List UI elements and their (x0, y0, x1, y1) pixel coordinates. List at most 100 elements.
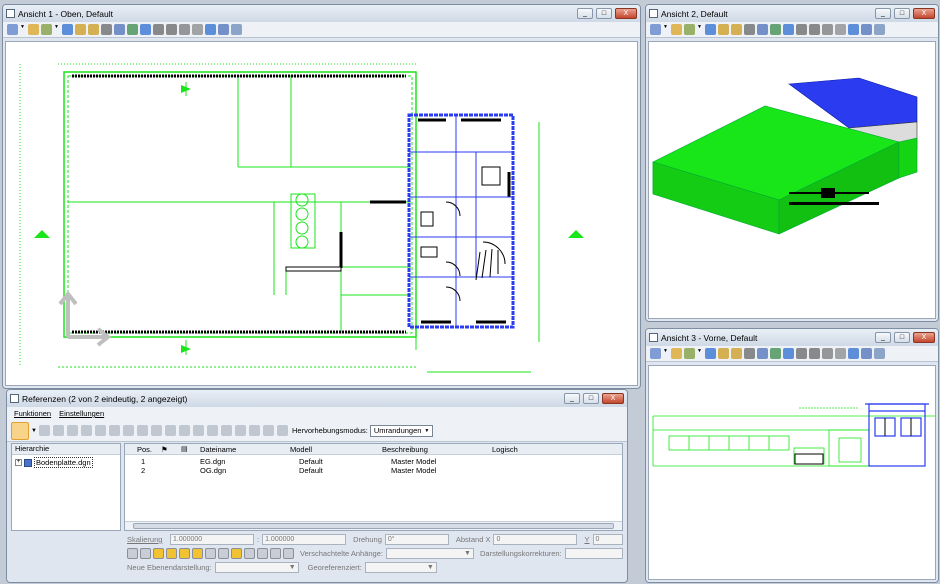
attributes-icon[interactable] (671, 348, 682, 359)
zoom-in-icon[interactable] (718, 24, 729, 35)
window-area-icon[interactable] (101, 24, 112, 35)
maximize-button[interactable]: □ (596, 8, 612, 19)
view1-window[interactable]: Ansicht 1 - Oben, Default _ □ X ▼ ▼ (2, 4, 641, 389)
display-style-icon[interactable] (41, 24, 52, 35)
view2-titlebar[interactable]: Ansicht 2, Default _ □ X (646, 5, 938, 22)
clip-mask-icon[interactable] (835, 24, 846, 35)
locate-toggle-icon[interactable] (153, 548, 164, 559)
references-window[interactable]: Referenzen (2 von 2 eindeutig, 2 angezei… (6, 389, 628, 583)
use-lights-icon[interactable] (205, 548, 216, 559)
georeference-icon[interactable] (270, 548, 281, 559)
rotate-view-icon[interactable] (127, 24, 138, 35)
mirror-horizontal-icon[interactable] (137, 425, 148, 436)
display-raster-icon[interactable] (192, 548, 203, 559)
move-icon[interactable] (95, 425, 106, 436)
delete-icon[interactable] (277, 425, 288, 436)
view1-titlebar[interactable]: Ansicht 1 - Oben, Default _ □ X (3, 5, 640, 22)
scale-line-icon[interactable] (179, 548, 190, 559)
mirror-vertical-icon[interactable] (151, 425, 162, 436)
exchange-icon[interactable] (263, 425, 274, 436)
scale-field-1[interactable]: 1.000000 (170, 534, 254, 545)
view-settings-icon[interactable] (650, 348, 661, 359)
camera-icon[interactable] (231, 24, 242, 35)
col-logical[interactable]: Logisch (492, 445, 552, 454)
minimize-button[interactable]: _ (875, 8, 891, 19)
display-overrides-icon[interactable] (244, 548, 255, 559)
expand-icon[interactable]: + (15, 459, 22, 466)
maximize-button[interactable]: □ (894, 332, 910, 343)
flag-icon[interactable]: ⚑ (155, 445, 181, 454)
offset-y-field[interactable]: 0 (592, 534, 623, 545)
georeferenced-select[interactable]: ▼ (364, 562, 437, 573)
minimize-button[interactable]: _ (577, 8, 593, 19)
copy-icon[interactable] (81, 425, 92, 436)
rotate-view-icon[interactable] (770, 348, 781, 359)
fit-view-icon[interactable] (114, 24, 125, 35)
level-display-icon[interactable] (848, 348, 859, 359)
attributes-icon[interactable] (671, 24, 682, 35)
rotate-view-icon[interactable] (770, 24, 781, 35)
maximize-button[interactable]: □ (894, 8, 910, 19)
table-row[interactable]: 2 OG.dgn Default Master Model (125, 466, 622, 475)
zoom-out-icon[interactable] (731, 348, 742, 359)
window-area-icon[interactable] (744, 24, 755, 35)
display-style-icon[interactable] (684, 24, 695, 35)
chevron-down-icon[interactable]: ▼ (697, 348, 703, 359)
next-view-icon[interactable] (809, 24, 820, 35)
fit-view-icon[interactable] (757, 348, 768, 359)
minimize-button[interactable]: _ (875, 332, 891, 343)
close-button[interactable]: X (913, 8, 935, 19)
chevron-down-icon[interactable]: ▼ (31, 428, 37, 434)
clip-front-icon[interactable] (207, 425, 218, 436)
zoom-out-icon[interactable] (88, 24, 99, 35)
tree-item-bodenplatte[interactable]: + Bodenplatte.dgn (12, 455, 120, 470)
true-scale-icon[interactable] (166, 548, 177, 559)
detach-icon[interactable] (53, 425, 64, 436)
fit-view-icon[interactable] (757, 24, 768, 35)
view1-canvas[interactable] (5, 41, 638, 386)
clip-mask-icon[interactable] (179, 425, 190, 436)
clip-mask-icon[interactable] (835, 348, 846, 359)
minimize-button[interactable]: _ (564, 393, 580, 404)
zoom-in-icon[interactable] (718, 348, 729, 359)
attach-reference-button[interactable] (11, 421, 29, 440)
pan-view-icon[interactable] (140, 24, 151, 35)
scale-field-2[interactable]: 1.000000 (262, 534, 347, 545)
view2-window[interactable]: Ansicht 2, Default _ □ X ▼ ▼ (645, 4, 939, 322)
new-level-display-select[interactable]: ▼ (214, 562, 299, 573)
attachment-options-icon[interactable] (283, 548, 294, 559)
fill-icon[interactable] (705, 348, 716, 359)
close-button[interactable]: X (615, 8, 637, 19)
previous-view-icon[interactable] (153, 24, 164, 35)
col-description[interactable]: Beschreibung (382, 445, 492, 454)
view-preview-icon[interactable] (861, 348, 872, 359)
menu-settings[interactable]: Einstellungen (59, 409, 104, 418)
table-row[interactable]: 1 EG.dgn Default Master Model (125, 457, 622, 466)
view-settings-icon[interactable] (650, 24, 661, 35)
scrollbar-thumb[interactable] (133, 523, 614, 529)
view-preview-icon[interactable] (861, 24, 872, 35)
chevron-down-icon[interactable]: ▼ (697, 24, 703, 35)
view2-canvas[interactable] (648, 41, 936, 319)
rotation-field[interactable]: 0° (384, 534, 449, 545)
display-toggle-icon[interactable] (127, 548, 138, 559)
maximize-button[interactable]: □ (583, 393, 599, 404)
display-corrections-field[interactable] (564, 548, 623, 559)
references-titlebar[interactable]: Referenzen (2 von 2 eindeutig, 2 angezei… (7, 390, 627, 407)
treat-as-element-icon[interactable] (257, 548, 268, 559)
col-model[interactable]: Modell (290, 445, 382, 454)
chevron-down-icon[interactable]: ▼ (20, 24, 26, 35)
close-button[interactable]: X (602, 393, 624, 404)
chevron-down-icon[interactable]: ▼ (54, 24, 60, 35)
clip-toggle-icon[interactable] (218, 548, 229, 559)
pan-view-icon[interactable] (783, 24, 794, 35)
menu-functions[interactable]: Funktionen (14, 409, 51, 418)
camera-icon[interactable] (874, 24, 885, 35)
view-settings-icon[interactable] (7, 24, 18, 35)
open-reference-icon[interactable] (39, 425, 50, 436)
level-icon[interactable] (235, 425, 246, 436)
close-button[interactable]: X (913, 332, 935, 343)
attributes-icon[interactable] (28, 24, 39, 35)
display-style-icon[interactable] (684, 348, 695, 359)
col-pos[interactable]: Pos. (125, 445, 155, 454)
